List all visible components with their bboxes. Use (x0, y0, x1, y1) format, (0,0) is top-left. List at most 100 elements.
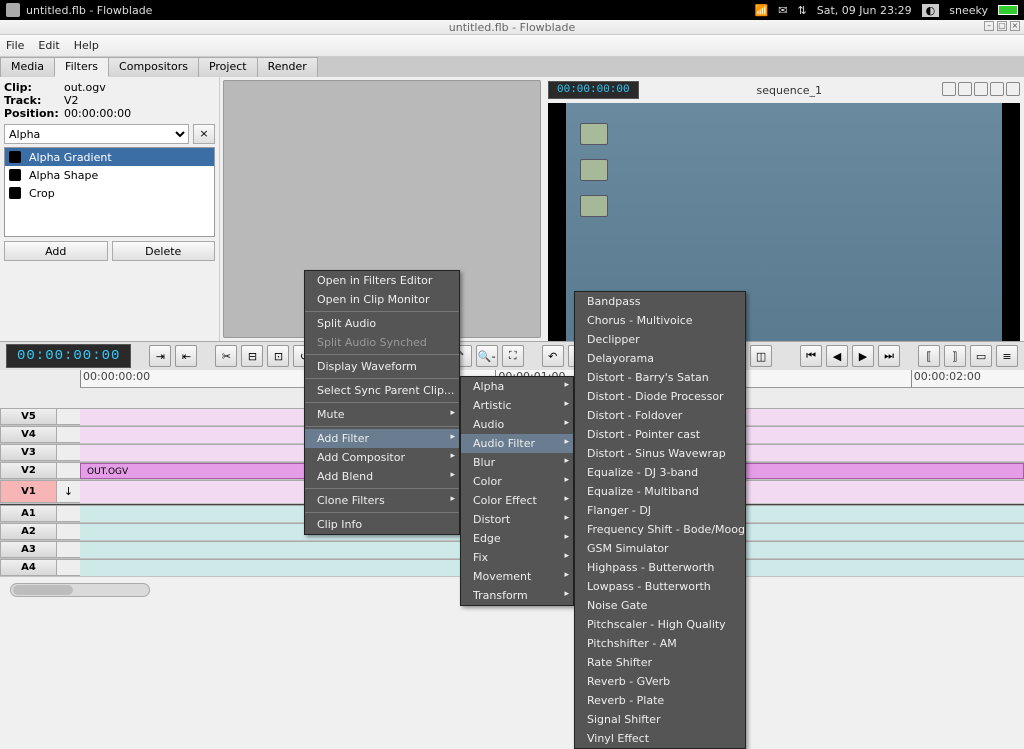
filter-list[interactable]: Alpha Gradient Alpha Shape Crop (4, 147, 215, 237)
tab-render[interactable]: Render (257, 57, 318, 77)
track-arrow[interactable] (56, 408, 80, 425)
updown-icon[interactable]: ⇅ (798, 4, 807, 17)
ctx-item[interactable]: Clip Info (305, 515, 459, 534)
ctx-item[interactable]: Equalize - DJ 3-band (575, 463, 745, 482)
ctx-item[interactable]: Add Filter (305, 429, 459, 448)
ctx-item[interactable]: Frequency Shift - Bode/Moog (575, 520, 745, 539)
ctx-item[interactable]: Alpha (461, 377, 573, 396)
ctx-item[interactable]: Artistic (461, 396, 573, 415)
close-button[interactable]: × (1010, 21, 1020, 31)
ctx-item[interactable]: Movement (461, 567, 573, 586)
mode-trim-icon[interactable]: ◫ (750, 345, 772, 367)
ctx-item[interactable]: GSM Simulator (575, 539, 745, 558)
ctx-item[interactable]: Distort - Sinus Wavewrap (575, 444, 745, 463)
ctx-item[interactable]: Pitchshifter - AM (575, 634, 745, 653)
track-arrow[interactable] (56, 426, 80, 443)
track-head[interactable]: V2 (0, 462, 56, 479)
ctx-item[interactable]: Rate Shifter (575, 653, 745, 672)
track-head[interactable]: V1 (0, 480, 56, 503)
ctx-item[interactable]: Split Audio (305, 314, 459, 333)
ctx-item[interactable]: Equalize - Multiband (575, 482, 745, 501)
add-filter-submenu[interactable]: AlphaArtisticAudioAudio FilterBlurColorC… (460, 376, 574, 606)
ctx-item[interactable]: Color Effect (461, 491, 573, 510)
checkbox-icon[interactable] (9, 169, 21, 181)
audio-filter-submenu[interactable]: BandpassChorus - MultivoiceDeclipperDela… (574, 291, 746, 749)
ctx-item[interactable]: Add Blend (305, 467, 459, 486)
filter-list-item[interactable]: Alpha Shape (5, 166, 214, 184)
filter-list-item[interactable]: Crop (5, 184, 214, 202)
filter-list-item[interactable]: Alpha Gradient (5, 148, 214, 166)
track-head[interactable]: A1 (0, 505, 56, 522)
ctx-item[interactable]: Distort (461, 510, 573, 529)
track-arrow[interactable] (56, 444, 80, 461)
ctx-item[interactable]: Pitchscaler - High Quality (575, 615, 745, 634)
menu-file[interactable]: File (6, 39, 24, 52)
ctx-item[interactable]: Audio (461, 415, 573, 434)
ctx-item[interactable]: Highpass - Butterworth (575, 558, 745, 577)
ctx-item[interactable]: Bandpass (575, 292, 745, 311)
track-arrow[interactable] (56, 523, 80, 540)
ctx-item[interactable]: Signal Shifter (575, 710, 745, 729)
track-head[interactable]: A2 (0, 523, 56, 540)
ctx-item[interactable]: Fix (461, 548, 573, 567)
ctx-item[interactable]: Delayorama (575, 349, 745, 368)
ctx-item[interactable]: Distort - Foldover (575, 406, 745, 425)
view-menu-icon[interactable]: ≡ (996, 345, 1018, 367)
ctx-item[interactable]: Color (461, 472, 573, 491)
ctx-item[interactable]: Mute (305, 405, 459, 424)
play-prev-icon[interactable]: ⏮ (800, 345, 822, 367)
tab-compositors[interactable]: Compositors (108, 57, 199, 77)
filter-clear-button[interactable]: × (193, 124, 215, 144)
ctx-item[interactable]: Vinyl Effect (575, 729, 745, 748)
play-fwd-icon[interactable]: ▶ (852, 345, 874, 367)
ctx-item[interactable]: Reverb - Plate (575, 691, 745, 710)
play-next-icon[interactable]: ⏭ (878, 345, 900, 367)
marker-icon[interactable] (990, 82, 1004, 96)
undo-icon[interactable]: ↶ (542, 345, 564, 367)
ctx-item[interactable]: Clone Filters (305, 491, 459, 510)
ctx-item[interactable]: Flanger - DJ (575, 501, 745, 520)
menu-edit[interactable]: Edit (38, 39, 59, 52)
tool-overwrite-icon[interactable]: ⇤ (175, 345, 197, 367)
filter-category-select[interactable]: Alpha (4, 124, 189, 144)
ctx-item[interactable]: Distort - Diode Processor (575, 387, 745, 406)
scrollbar-thumb[interactable] (13, 585, 73, 595)
ctx-item[interactable]: Distort - Barry's Satan (575, 368, 745, 387)
ctx-item[interactable]: Declipper (575, 330, 745, 349)
track-arrow[interactable] (56, 559, 80, 576)
track-arrow[interactable] (56, 505, 80, 522)
delete-filter-button[interactable]: Delete (112, 241, 216, 261)
marker-icon[interactable] (1006, 82, 1020, 96)
marker-icon[interactable] (974, 82, 988, 96)
track-arrow[interactable]: ↓ (56, 480, 80, 503)
ctx-item[interactable]: Select Sync Parent Clip... (305, 381, 459, 400)
mark-clear-icon[interactable]: ▭ (970, 345, 992, 367)
display-icon[interactable]: ◐ (922, 4, 940, 17)
track-head[interactable]: A4 (0, 559, 56, 576)
tool-splice-icon[interactable]: ⊟ (241, 345, 263, 367)
maximize-button[interactable]: ▢ (997, 21, 1007, 31)
add-filter-button[interactable]: Add (4, 241, 108, 261)
minimize-button[interactable]: – (984, 21, 994, 31)
mark-out-icon[interactable]: ⟧ (944, 345, 966, 367)
ctx-item[interactable]: Audio Filter (461, 434, 573, 453)
track-arrow[interactable] (56, 462, 80, 479)
mail-icon[interactable]: ✉ (778, 4, 787, 17)
ctx-item[interactable]: Lowpass - Butterworth (575, 577, 745, 596)
ctx-item[interactable]: Chorus - Multivoice (575, 311, 745, 330)
ctx-item[interactable]: Noise Gate (575, 596, 745, 615)
wifi-icon[interactable]: 📶 (755, 4, 769, 17)
tool-insert-icon[interactable]: ⇥ (149, 345, 171, 367)
ctx-item[interactable]: Edge (461, 529, 573, 548)
track-head[interactable]: V3 (0, 444, 56, 461)
tab-project[interactable]: Project (198, 57, 258, 77)
mark-in-icon[interactable]: ⟦ (918, 345, 940, 367)
track-head[interactable]: A3 (0, 541, 56, 558)
marker-icon[interactable] (942, 82, 956, 96)
battery-icon[interactable] (998, 5, 1018, 15)
zoom-fit-icon[interactable]: ⛶ (502, 345, 524, 367)
ctx-item[interactable]: Add Compositor (305, 448, 459, 467)
track-head[interactable]: V4 (0, 426, 56, 443)
track-head[interactable]: V5 (0, 408, 56, 425)
tool-lift-icon[interactable]: ⊡ (267, 345, 289, 367)
